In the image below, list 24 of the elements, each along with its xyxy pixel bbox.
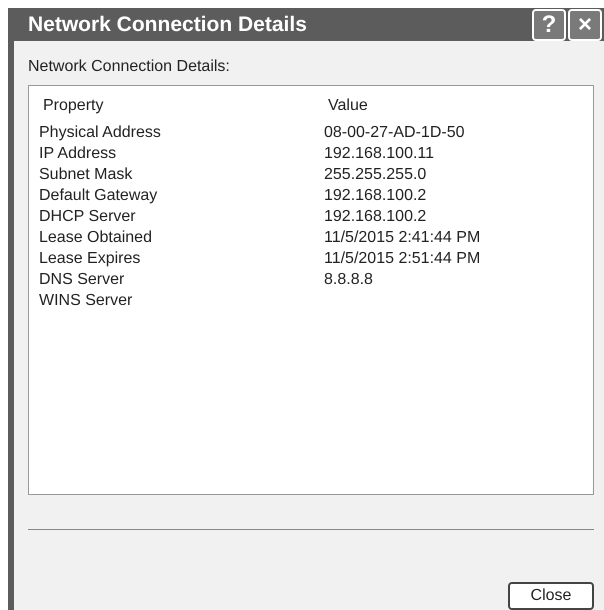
table-cell-text: Lease Expires bbox=[39, 248, 142, 268]
table-cell-text: 192.168.100.2 bbox=[324, 186, 428, 206]
close-button[interactable]: × bbox=[568, 8, 602, 40]
table-cell-text: DHCP Server bbox=[39, 206, 137, 226]
table-cell-text: Lease Obtained bbox=[39, 228, 153, 248]
close-dialog-button[interactable]: Close bbox=[508, 582, 594, 610]
table-cell-text: WINS Server bbox=[39, 290, 134, 310]
window-title: Network Connection Details bbox=[28, 12, 308, 38]
section-label: Network Connection Details: bbox=[28, 57, 231, 77]
table-cell-text: 192.168.100.2 bbox=[324, 206, 428, 226]
table-cell-text: IP Address bbox=[39, 144, 118, 164]
help-button[interactable]: ? bbox=[532, 8, 566, 40]
table-cell-text: 8.8.8.8 bbox=[324, 270, 374, 290]
table-cell-text: Subnet Mask bbox=[39, 164, 134, 184]
table-cell-text: 11/5/2015 2:41:44 PM bbox=[324, 228, 482, 248]
table-cell-text: DNS Server bbox=[39, 270, 126, 290]
table-cell-text: Default Gateway bbox=[39, 186, 158, 206]
table-cell-text: 11/5/2015 2:51:44 PM bbox=[324, 248, 482, 268]
table-cell-text: 255.255.255.0 bbox=[324, 164, 428, 184]
table-cell-text: 08-00-27-AD-1D-50 bbox=[324, 122, 466, 142]
table-cell-text: 192.168.100.11 bbox=[324, 144, 436, 164]
column-header[interactable]: Value bbox=[324, 94, 583, 118]
column-header[interactable]: Property bbox=[39, 94, 324, 118]
table-cell-text: Physical Address bbox=[39, 122, 162, 142]
